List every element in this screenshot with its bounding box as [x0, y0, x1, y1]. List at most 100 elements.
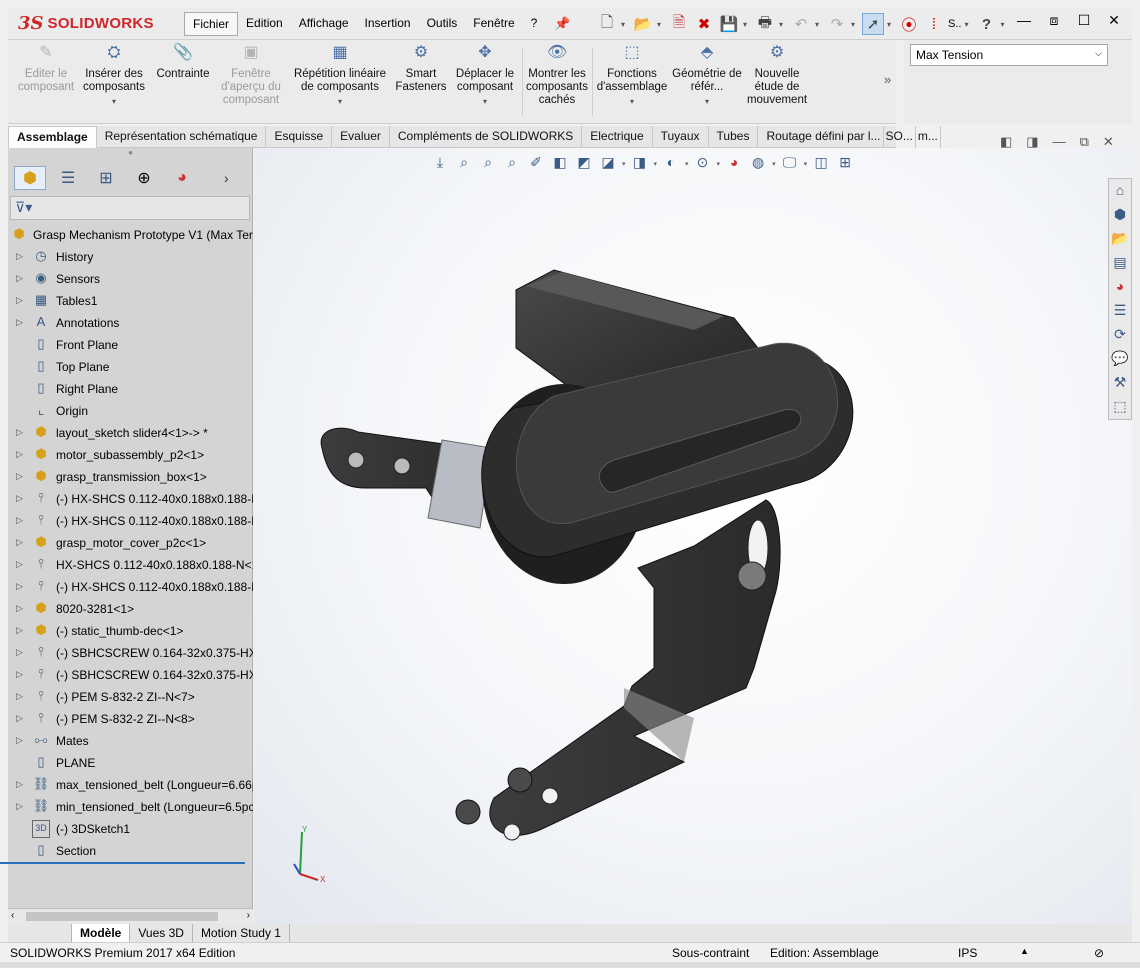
menu-outils[interactable]: Outils	[419, 12, 466, 36]
tree-item[interactable]: ▷ ⬢ layout_sketch slider4<1>-> *	[8, 422, 253, 444]
rebuild-icon[interactable]: ⁞	[923, 13, 945, 35]
tree-item[interactable]: ▯ Section	[8, 840, 253, 862]
linear-pattern-dropdown-icon[interactable]: ▾	[290, 95, 390, 108]
assembly-model[interactable]	[254, 148, 1132, 924]
edit-component-button[interactable]: ✎ Editer le composant	[16, 45, 76, 94]
file-explorer-icon[interactable]: 📂	[1109, 227, 1131, 251]
redo-icon[interactable]: ↷	[826, 13, 848, 35]
socket-screw[interactable]	[455, 799, 481, 825]
expand-arrow-icon[interactable]: ▷	[16, 801, 23, 812]
expand-arrow-icon[interactable]: ▷	[16, 647, 23, 658]
print-dropdown-icon[interactable]: ▾	[779, 20, 787, 29]
socket-screw[interactable]	[507, 767, 533, 793]
tree-item[interactable]: ▷ ⬢ (-) static_thumb-dec<1>	[8, 620, 253, 642]
tree-item[interactable]: ▷ ⧟ Mates	[8, 730, 253, 752]
menu-edition[interactable]: Edition	[238, 12, 291, 36]
viewport-minimize-icon[interactable]: —	[1053, 134, 1066, 150]
traffic-light-icon[interactable]: ⦿	[898, 13, 920, 35]
tree-item[interactable]: ▯ Front Plane	[8, 334, 253, 356]
tree-item[interactable]: ▷ ▦ Tables1	[8, 290, 253, 312]
tree-item[interactable]: ▷ A Annotations	[8, 312, 253, 334]
expand-arrow-icon[interactable]: ▷	[16, 251, 23, 262]
mate-button[interactable]: 📎 Contrainte	[152, 45, 214, 81]
rollback-bar[interactable]	[0, 862, 245, 864]
tree-horizontal-scrollbar[interactable]: ‹ ›	[8, 908, 253, 924]
save-icon[interactable]: 💾	[718, 13, 740, 35]
tile-icon[interactable]: ⧈	[1044, 12, 1064, 32]
reference-geometry-button[interactable]: ⬘ Géométrie de référ... ▾	[672, 45, 742, 108]
socket-screw[interactable]	[737, 561, 767, 591]
assembly-features-button[interactable]: ⬚ Fonctions d'assemblage ▾	[596, 45, 668, 108]
solidworks-logo[interactable]: 3S SOLIDWORKS	[18, 10, 168, 36]
quick-label-dropdown-icon[interactable]: ▾	[964, 20, 972, 29]
chevron-right-icon[interactable]: ›	[224, 170, 229, 186]
dimxpert-tab-icon[interactable]: ⊕	[128, 166, 160, 190]
scrollbar-thumb[interactable]	[26, 912, 218, 921]
show-hidden-button[interactable]: 👁 Montrer les composants cachés	[526, 45, 588, 107]
3d-content-icon[interactable]: ⬚	[1109, 395, 1131, 419]
expand-arrow-icon[interactable]: ▷	[16, 537, 23, 548]
new-motion-study-button[interactable]: ⚙ Nouvelle étude de mouvement	[744, 45, 810, 107]
panel-grip[interactable]: ●	[8, 148, 253, 164]
help-dropdown-icon[interactable]: ▾	[1000, 20, 1008, 29]
configurationmanager-tab-icon[interactable]: ⊞	[90, 166, 122, 190]
open-dropdown-icon[interactable]: ▾	[657, 20, 665, 29]
tree-item[interactable]: ▷ ⫯ (-) PEM S-832-2 ZI--N<7>	[8, 686, 253, 708]
undo-icon[interactable]: ↶	[790, 13, 812, 35]
help-icon[interactable]: ?	[975, 13, 997, 35]
units-menu-icon[interactable]: ▲	[1020, 946, 1029, 956]
tree-item[interactable]: ▷ ⫯ HX-SHCS 0.112-40x0.188x0.188-N<12	[8, 554, 253, 576]
appearances-icon[interactable]: ◕	[1109, 275, 1131, 299]
select-cursor-icon[interactable]: ➚	[862, 13, 884, 35]
open-icon[interactable]: 📂	[632, 13, 654, 35]
tab-so[interactable]: SO...	[884, 126, 916, 148]
save-dropdown-icon[interactable]: ▾	[743, 20, 751, 29]
tree-item[interactable]: ▷ ⫯ (-) HX-SHCS 0.112-40x0.188x0.188-N<	[8, 488, 253, 510]
tab-motion-study[interactable]: Motion Study 1	[193, 924, 290, 942]
tree-item[interactable]: ▯ Right Plane	[8, 378, 253, 400]
linear-pattern-button[interactable]: ▦ Répétition linéaire de composants ▾	[290, 45, 390, 108]
next-document-icon[interactable]: ◨	[1026, 134, 1038, 150]
viewport-close-icon[interactable]: ✕	[1103, 134, 1114, 150]
tab-electrique[interactable]: Electrique	[582, 126, 653, 148]
solidworks-resources-icon[interactable]: ⟳	[1109, 323, 1131, 347]
tree-item[interactable]: ▷ ⫯ (-) HX-SHCS 0.112-40x0.188x0.188-N<	[8, 510, 253, 532]
tab-assemblage[interactable]: Assemblage	[8, 126, 97, 148]
tree-item[interactable]: ▷ ⬢ grasp_motor_cover_p2c<1>	[8, 532, 253, 554]
scroll-left-icon[interactable]: ‹	[11, 910, 14, 921]
redo-dropdown-icon[interactable]: ▾	[851, 20, 859, 29]
expand-arrow-icon[interactable]: ▷	[16, 669, 23, 680]
tree-item[interactable]: ▷ ⫯ (-) SBHCSCREW 0.164-32x0.375-HX-N	[8, 664, 253, 686]
forum-icon[interactable]: 💬	[1109, 347, 1131, 371]
featuremanager-tab-icon[interactable]: ⬢	[14, 166, 46, 190]
insert-components-dropdown-icon[interactable]: ▾	[80, 95, 148, 108]
home-icon[interactable]: ⌂	[1109, 179, 1131, 203]
tab-tuyaux[interactable]: Tuyaux	[653, 126, 709, 148]
expand-arrow-icon[interactable]: ▷	[16, 559, 23, 570]
new-icon[interactable]: 🗋	[596, 13, 618, 35]
move-component-dropdown-icon[interactable]: ▾	[452, 95, 518, 108]
menu-help[interactable]: ?	[523, 12, 546, 36]
view-palette-icon[interactable]: ▤	[1109, 251, 1131, 275]
configuration-select[interactable]: Max Tension ⌵	[910, 44, 1108, 66]
tree-item[interactable]: ▷ ◷ History	[8, 246, 253, 268]
smart-fasteners-button[interactable]: ⚙ Smart Fasteners	[392, 45, 450, 94]
tag-icon[interactable]: ⊘	[1094, 946, 1104, 960]
tree-item[interactable]: ▷ ◉ Sensors	[8, 268, 253, 290]
ribbon-expand-icon[interactable]: »	[884, 72, 891, 87]
tree-item[interactable]: ▷ ⫯ (-) SBHCSCREW 0.164-32x0.375-HX-N	[8, 642, 253, 664]
minimize-icon[interactable]: —	[1014, 12, 1034, 32]
tree-filter[interactable]: ⊽▾	[10, 196, 250, 220]
expand-arrow-icon[interactable]: ▷	[16, 515, 23, 526]
tab-m[interactable]: m...	[916, 126, 941, 148]
tree-item[interactable]: ▷ ⫯ (-) HX-SHCS 0.112-40x0.188x0.188-N<	[8, 576, 253, 598]
tab-complements[interactable]: Compléments de SOLIDWORKS	[390, 126, 583, 148]
design-library-icon[interactable]: ⬢	[1109, 203, 1131, 227]
tree-item[interactable]: ▷ ⬢ grasp_transmission_box<1>	[8, 466, 253, 488]
tab-modele[interactable]: Modèle	[72, 924, 131, 942]
expand-arrow-icon[interactable]: ▷	[16, 427, 23, 438]
expand-arrow-icon[interactable]: ▷	[16, 581, 23, 592]
expand-arrow-icon[interactable]: ▷	[16, 691, 23, 702]
expand-arrow-icon[interactable]: ▷	[16, 625, 23, 636]
select-dropdown-icon[interactable]: ▾	[887, 20, 895, 29]
